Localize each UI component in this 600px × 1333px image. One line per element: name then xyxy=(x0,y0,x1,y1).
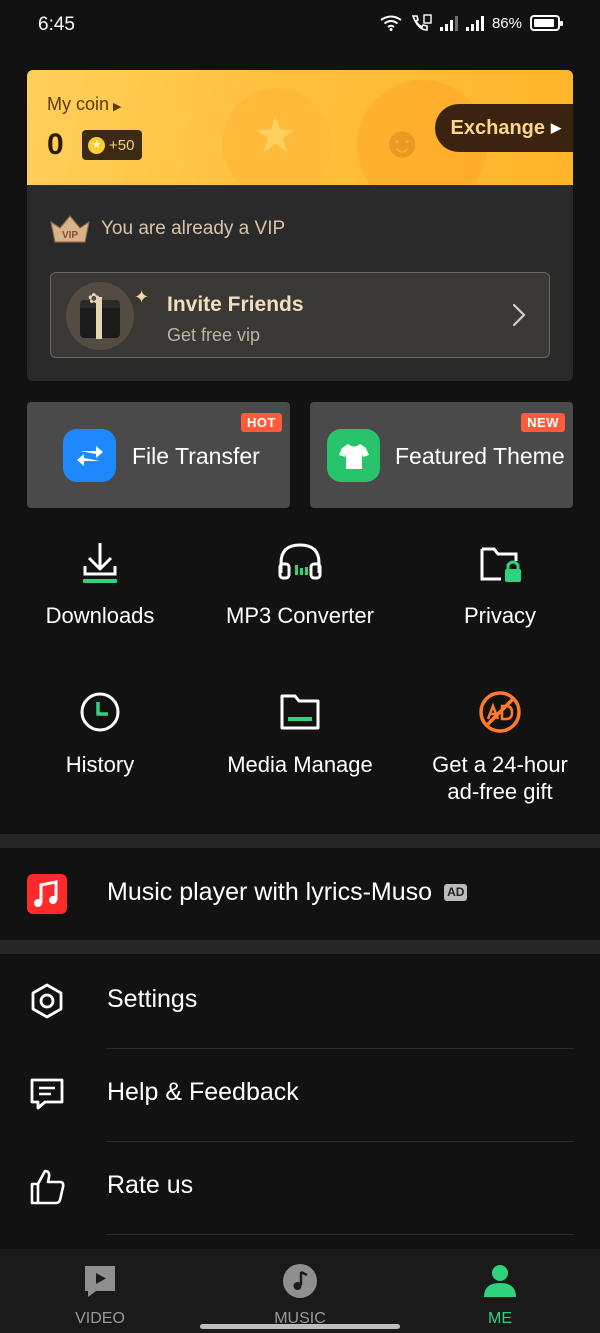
music-note-icon xyxy=(27,874,67,914)
ad-badge: AD xyxy=(444,884,468,901)
history-button[interactable]: History xyxy=(0,688,200,778)
wifi-icon xyxy=(380,15,402,31)
nav-label-video: VIDEO xyxy=(75,1310,125,1327)
signal-icon-2 xyxy=(465,15,484,31)
settings-row[interactable]: Settings xyxy=(0,956,600,1046)
ad-free-gift-label-line1: Get a 24-hour xyxy=(432,752,568,777)
feedback-icon xyxy=(30,1078,64,1110)
download-icon xyxy=(83,543,117,583)
file-transfer-card[interactable]: File Transfer HOT xyxy=(27,402,290,508)
help-feedback-label: Help & Feedback xyxy=(107,1078,299,1106)
bottom-navigation: VIDEO MUSIC ME xyxy=(0,1249,600,1333)
gift-bow-icon: ✿ xyxy=(88,290,100,306)
muso-promo-label: Music player with lyrics-Muso AD xyxy=(107,878,468,907)
my-coin-label[interactable]: My coin ▶ xyxy=(47,94,121,115)
mp3-converter-button[interactable]: MP3 Converter xyxy=(200,539,400,629)
vip-status-text: You are already a VIP xyxy=(101,218,286,239)
signal-icon-1 xyxy=(439,15,458,31)
settings-icon xyxy=(31,983,63,1019)
vip-crown-icon: VIP xyxy=(50,215,90,243)
muso-promo-row[interactable]: Music player with lyrics-Muso AD xyxy=(0,849,600,939)
new-tag: NEW xyxy=(521,413,565,432)
headphones-icon xyxy=(278,543,322,580)
nav-tab-me[interactable]: ME xyxy=(440,1263,560,1328)
coin-balance: 0 xyxy=(47,128,64,161)
shirt-icon xyxy=(327,429,380,482)
thumbs-up-icon xyxy=(30,1169,65,1205)
status-time: 6:45 xyxy=(38,14,75,35)
invite-title: Invite Friends xyxy=(167,293,304,316)
coin-bonus-value: +50 xyxy=(109,136,135,154)
vip-crown-text: VIP xyxy=(62,230,78,241)
ad-free-gift-button[interactable]: Get a 24-hour ad-free gift xyxy=(400,688,600,805)
battery-percent: 86% xyxy=(491,14,522,32)
mp3-converter-label: MP3 Converter xyxy=(226,603,374,628)
music-icon xyxy=(283,1264,317,1298)
file-transfer-label: File Transfer xyxy=(132,443,260,469)
invite-subtitle: Get free vip xyxy=(167,325,261,345)
exchange-button[interactable]: Exchange ▶ xyxy=(434,104,573,152)
triangle-right-icon: ▶ xyxy=(113,101,122,113)
rate-us-row[interactable]: Rate us xyxy=(0,1142,600,1232)
call-icon xyxy=(411,14,432,31)
nav-label-me: ME xyxy=(488,1310,512,1327)
vip-card: ★ ☻ My coin ▶ 0 ★ +50 Exchange ▶ VIP You … xyxy=(27,70,573,381)
nav-tab-music[interactable]: MUSIC xyxy=(240,1263,360,1328)
home-indicator[interactable] xyxy=(200,1324,400,1329)
rate-us-label: Rate us xyxy=(107,1171,194,1199)
hot-tag: HOT xyxy=(241,413,282,432)
downloads-label: Downloads xyxy=(45,603,155,628)
section-separator xyxy=(0,834,600,848)
sparkle-icon: ✦ xyxy=(134,287,150,307)
star-decoration-icon: ★ xyxy=(253,107,298,163)
history-label: History xyxy=(65,752,135,777)
status-bar: 6:45 86% xyxy=(0,0,600,56)
coin-icon: ★ xyxy=(88,136,105,154)
media-manage-label: Media Manage xyxy=(227,752,373,777)
invite-friends-button[interactable]: ✿ ✦ Invite Friends Get free vip xyxy=(50,272,550,358)
person-icon xyxy=(484,1265,516,1297)
featured-theme-label: Featured Theme xyxy=(395,443,565,469)
coin-banner[interactable]: ★ ☻ My coin ▶ 0 ★ +50 Exchange ▶ xyxy=(27,70,573,185)
vip-status-row: VIP You are already a VIP xyxy=(47,212,285,246)
featured-theme-card[interactable]: Featured Theme NEW xyxy=(310,402,573,508)
battery-icon xyxy=(530,15,563,31)
clock-icon xyxy=(80,692,120,732)
coin-bonus-badge: ★ +50 xyxy=(82,130,143,160)
media-manage-button[interactable]: Media Manage xyxy=(200,688,400,778)
privacy-button[interactable]: Privacy xyxy=(400,539,600,629)
ad-free-gift-label-line2: ad-free gift xyxy=(447,779,553,804)
video-icon xyxy=(85,1266,115,1297)
help-feedback-row[interactable]: Help & Feedback xyxy=(0,1049,600,1139)
privacy-label: Privacy xyxy=(463,603,537,628)
status-icons: 86% xyxy=(380,14,563,32)
folder-icon xyxy=(280,694,320,730)
triangle-right-icon: ▶ xyxy=(551,120,561,135)
no-ads-icon xyxy=(479,691,521,733)
chevron-right-icon xyxy=(512,303,526,327)
private-folder-icon xyxy=(480,547,521,582)
nav-tab-video[interactable]: VIDEO xyxy=(40,1263,160,1328)
ad-free-gift-label: Get a 24-hour ad-free gift xyxy=(400,751,600,805)
list-divider xyxy=(107,1234,573,1235)
downloads-button[interactable]: Downloads xyxy=(0,539,200,629)
smiley-decoration-icon: ☻ xyxy=(379,118,426,167)
section-separator xyxy=(0,940,600,954)
settings-label: Settings xyxy=(107,985,198,1013)
transfer-icon xyxy=(63,429,116,482)
